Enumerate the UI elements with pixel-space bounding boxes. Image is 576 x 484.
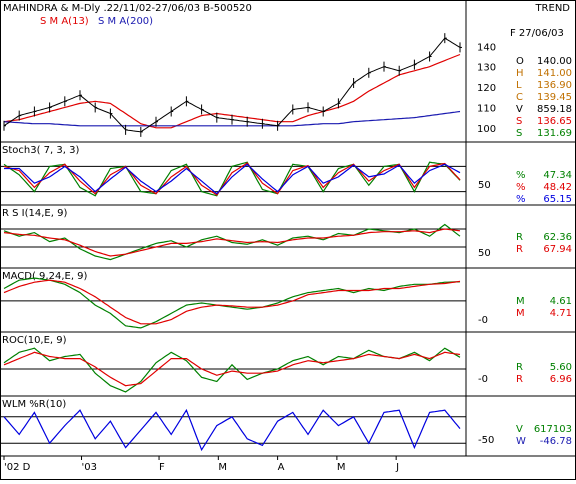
price-tick-100: 100	[477, 124, 496, 135]
price-stat-value-4: 859.18	[537, 104, 572, 115]
roc-values: R 5.60 R 6.96	[516, 362, 572, 385]
rsi-label: R S I(14,E, 9)	[2, 208, 67, 219]
price-stat-value-6: 131.69	[537, 128, 572, 139]
wlm-tick: -50	[478, 435, 494, 446]
rsi-tick: 50	[478, 248, 491, 259]
wlm-values: V 617103 W -46.78	[516, 424, 572, 447]
macd-values: M 4.61 M 4.71	[516, 296, 572, 319]
price-stat-key-5: S	[516, 116, 522, 127]
technical-chart: MAHINDRA & M-Dly .22/11/02-27/06/03 B-50…	[0, 0, 576, 480]
macd-values-value-0: 4.61	[550, 296, 572, 307]
roc-values-value-0: 5.60	[550, 362, 572, 373]
price-stat-key-4: V	[516, 104, 523, 115]
macd-values-key-1: M	[516, 308, 525, 319]
stoch-series-2	[4, 163, 461, 195]
rsi-values-value-0: 62.36	[543, 232, 572, 243]
stoch-values-value-0: 47.34	[543, 170, 572, 181]
chart-title: MAHINDRA & M-Dly .22/11/02-27/06/03 B-50…	[3, 3, 252, 14]
price-tick-140: 140	[477, 42, 496, 53]
x-axis: '02 D '03 F M A M J	[3, 456, 399, 473]
wlm-values-key-0: V	[516, 424, 523, 435]
x-label-1: '03	[82, 462, 97, 473]
price-stat-value-2: 136.90	[537, 80, 572, 91]
price-tick-110: 110	[477, 103, 496, 114]
wlm-label: WLM %R(10)	[2, 399, 66, 410]
roc-series-0	[3, 347, 461, 393]
rsi-values-key-0: R	[516, 232, 523, 243]
stoch-label: Stoch3( 7, 3, 3)	[2, 145, 79, 156]
price-stat-value-0: 140.00	[537, 56, 572, 67]
price-stat-key-1: H	[516, 68, 524, 79]
roc-label: ROC(10,E, 9)	[2, 335, 67, 346]
chart-frame: MAHINDRA & M-Dly .22/11/02-27/06/03 B-50…	[0, 0, 576, 480]
roc-values-key-1: R	[516, 374, 523, 385]
wlm-values-key-1: W	[516, 436, 526, 447]
x-label-3: M	[218, 462, 227, 473]
rsi-values-key-1: R	[516, 244, 523, 255]
stoch-values-key-1: %	[516, 182, 526, 193]
sma13-legend: S M A(13)	[40, 16, 89, 27]
x-label-6: J	[395, 462, 399, 473]
x-label-4: A	[278, 462, 285, 473]
price-stat-value-1: 141.00	[537, 68, 572, 79]
stoch-values-key-2: %	[516, 194, 526, 205]
macd-series-1	[3, 279, 461, 325]
sma200-legend: S M A(200)	[98, 16, 153, 27]
price-stat-value-5: 136.65	[537, 116, 572, 127]
stoch-values-value-2: 65.15	[543, 194, 572, 205]
price-tick-120: 120	[477, 83, 496, 94]
price-stat-key-0: O	[516, 56, 524, 67]
wlm-values-value-0: 617103	[534, 424, 572, 435]
price-stat-key-2: L	[516, 80, 522, 91]
stoch-values-key-0: %	[516, 170, 526, 181]
wlm-series-0	[3, 408, 461, 452]
stoch-values: % 47.34% 48.42% 65.15	[516, 170, 572, 205]
series-layer	[3, 33, 462, 452]
price-date-label: F 27/06/03	[510, 28, 564, 39]
macd-tick: -0	[478, 315, 488, 326]
stoch-tick: 50	[478, 180, 491, 191]
rsi-values: R 62.36 R 67.94	[516, 232, 572, 255]
price-stat-key-6: S	[516, 128, 522, 139]
x-label-5: M	[337, 462, 346, 473]
reference-lines	[0, 165, 466, 444]
rsi-values-value-1: 67.94	[543, 244, 572, 255]
stoch-values-value-1: 48.42	[543, 182, 572, 193]
price-axis-ticks: 140 130 120 110 100	[477, 42, 496, 135]
price-stat-key-3: C	[516, 92, 523, 103]
x-label-0: '02 D	[4, 462, 31, 473]
wlm-values-value-1: -46.78	[540, 436, 572, 447]
macd-values-key-0: M	[516, 296, 525, 307]
price-tick-130: 130	[477, 63, 496, 74]
roc-values-key-0: R	[516, 362, 523, 373]
x-label-2: F	[159, 462, 165, 473]
roc-tick: -0	[478, 374, 488, 385]
price-stat-value-3: 139.45	[537, 92, 572, 103]
roc-values-value-1: 6.96	[550, 374, 572, 385]
chart-mode: TREND	[534, 3, 570, 14]
price-stats: O 140.00 H 141.00 L 136.90 C 139.45 V 859.18 S 136.…	[516, 56, 572, 139]
macd-values-value-1: 4.71	[550, 308, 572, 319]
stoch-series-1	[3, 162, 461, 196]
